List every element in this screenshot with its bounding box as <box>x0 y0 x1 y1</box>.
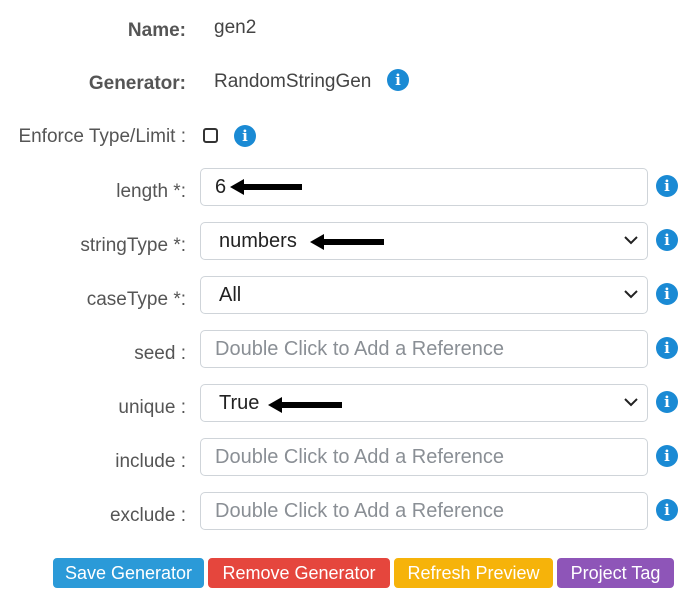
left-arrow-annotation <box>230 179 302 195</box>
exclude-label: exclude : <box>109 505 186 526</box>
enforce-checkbox[interactable] <box>203 128 218 143</box>
exclude-input[interactable]: Double Click to Add a Reference <box>200 492 648 530</box>
info-icon[interactable]: i <box>656 391 678 413</box>
chevron-down-icon <box>624 398 638 407</box>
chevron-down-icon <box>624 236 638 245</box>
remove-generator-button[interactable]: Remove Generator <box>208 558 390 588</box>
chevron-down-icon <box>624 290 638 299</box>
info-icon[interactable]: i <box>656 337 678 359</box>
info-icon[interactable]: i <box>656 445 678 467</box>
info-icon[interactable]: i <box>387 69 409 91</box>
generator-label: Generator: <box>88 73 186 94</box>
casetype-label: caseType *: <box>86 289 186 310</box>
project-tag-button[interactable]: Project Tag <box>557 558 674 588</box>
include-input[interactable]: Double Click to Add a Reference <box>200 438 648 476</box>
generator-value: RandomStringGen <box>214 71 372 92</box>
exclude-placeholder: Double Click to Add a Reference <box>215 500 505 522</box>
include-label: include : <box>115 451 186 472</box>
casetype-select[interactable]: All <box>200 276 648 314</box>
casetype-value: All <box>219 284 242 306</box>
stringtype-select[interactable]: numbers <box>200 222 648 260</box>
left-arrow-annotation <box>310 234 384 250</box>
info-icon[interactable]: i <box>656 175 678 197</box>
length-label: length *: <box>116 181 186 202</box>
length-value: 6 <box>215 176 227 198</box>
left-arrow-annotation <box>268 397 342 413</box>
save-generator-button[interactable]: Save Generator <box>53 558 204 588</box>
info-icon[interactable]: i <box>656 229 678 251</box>
enforce-label: Enforce Type/Limit : <box>18 126 186 147</box>
info-icon[interactable]: i <box>234 125 256 147</box>
stringtype-value: numbers <box>219 230 297 252</box>
info-icon[interactable]: i <box>656 283 678 305</box>
seed-label: seed : <box>134 343 186 364</box>
unique-value: True <box>219 392 260 414</box>
stringtype-label: stringType *: <box>80 235 186 256</box>
info-icon[interactable]: i <box>656 499 678 521</box>
unique-label: unique : <box>118 397 186 418</box>
seed-input[interactable]: Double Click to Add a Reference <box>200 330 648 368</box>
seed-placeholder: Double Click to Add a Reference <box>215 338 505 360</box>
name-label: Name: <box>127 20 186 41</box>
include-placeholder: Double Click to Add a Reference <box>215 446 505 468</box>
refresh-preview-button[interactable]: Refresh Preview <box>394 558 553 588</box>
name-value: gen2 <box>214 17 257 38</box>
